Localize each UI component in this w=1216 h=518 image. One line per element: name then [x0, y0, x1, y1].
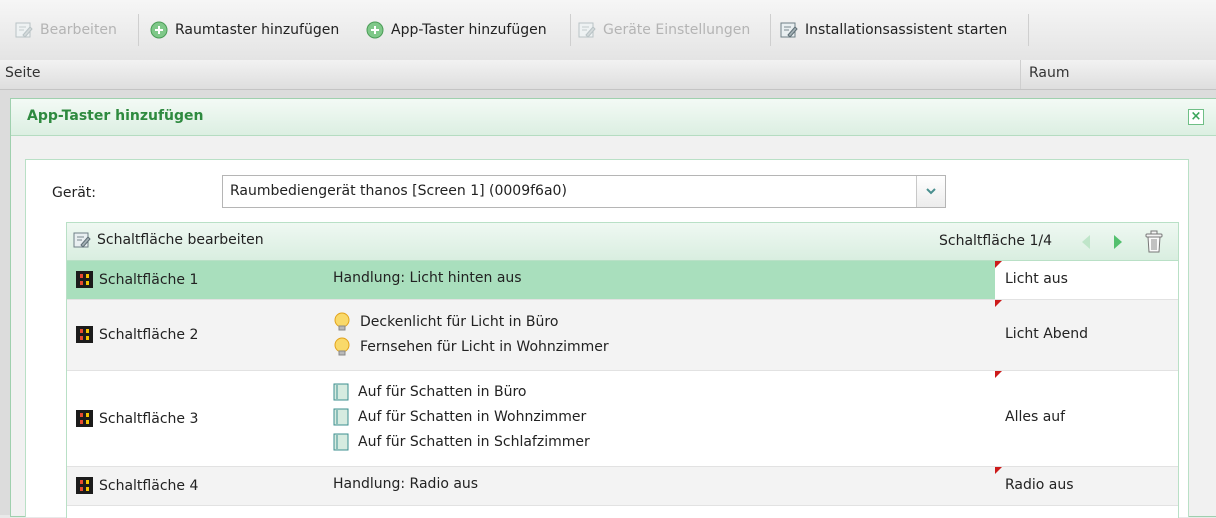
edit-flag-icon: [995, 371, 1002, 378]
label-cell[interactable]: Radio aus: [995, 467, 1178, 505]
action-text: Auf für Schatten in Büro: [358, 383, 527, 400]
plus-circle-icon: [366, 21, 384, 39]
previous-icon[interactable]: [1082, 235, 1090, 249]
dialog-title: App-Taster hinzufügen: [27, 108, 204, 124]
button-label: Radio aus: [1005, 477, 1074, 493]
add-app-button[interactable]: App-Taster hinzufügen: [366, 17, 547, 43]
dialog-header: App-Taster hinzufügen ×: [11, 99, 1216, 136]
lightbulb-icon: [334, 312, 350, 331]
button-panel-icon: [76, 271, 93, 288]
device-label: Gerät:: [52, 185, 97, 201]
edit-buttons-label: Schaltfläche bearbeiten: [97, 232, 264, 248]
chevron-down-icon[interactable]: [916, 176, 945, 207]
button-label: Licht aus: [1005, 271, 1068, 287]
start-wizard-button-label: Installationsassistent starten: [805, 22, 1008, 38]
action-cell: Handlung: Radio aus: [333, 476, 478, 492]
edit-button[interactable]: Bearbeiten: [15, 17, 117, 43]
column-page[interactable]: Seite: [5, 65, 41, 81]
button-panel-icon: [76, 477, 93, 494]
trash-icon[interactable]: [1143, 230, 1165, 254]
add-app-button-label: App-Taster hinzufügen: [391, 22, 547, 38]
table-row[interactable]: Schaltfläche 3 Auf für Schatten in Büro …: [67, 371, 1178, 467]
lightbulb-icon: [334, 337, 350, 356]
panel-header: Schaltfläche bearbeiten Schaltfläche 1/4: [67, 223, 1178, 261]
action-line: Fernsehen für Licht in Wohnzimmer: [333, 334, 609, 359]
table-row[interactable]: Schaltfläche 4 Handlung: Radio aus Radio…: [67, 467, 1178, 506]
edit-icon: [578, 22, 596, 38]
dialog-body: Gerät: Raumbediengerät thanos [Screen 1]…: [25, 159, 1189, 518]
action-cell: Handlung: Licht hinten aus: [333, 270, 522, 286]
add-app-button-dialog: App-Taster hinzufügen × Gerät: Raumbedie…: [10, 98, 1216, 518]
edit-button-label: Bearbeiten: [40, 22, 117, 38]
column-room[interactable]: Raum: [1029, 65, 1070, 81]
shade-icon: [333, 433, 349, 450]
button-panel: Schaltfläche bearbeiten Schaltfläche 1/4…: [66, 222, 1179, 518]
add-room-button-label: Raumtaster hinzufügen: [175, 22, 340, 38]
action-text: Handlung: Radio aus: [333, 476, 479, 492]
edit-flag-icon: [995, 300, 1002, 307]
button-name-cell: Schaltfläche 2: [75, 325, 198, 344]
action-text: Auf für Schatten in Schlafzimmer: [358, 433, 590, 450]
edit-button-area[interactable]: Schaltfläche bearbeiten: [73, 231, 264, 249]
action-cell: Deckenlicht für Licht in Büro Fernsehen …: [333, 309, 609, 359]
close-icon[interactable]: ×: [1188, 109, 1204, 125]
button-panel-icon: [76, 410, 93, 427]
action-line: Auf für Schatten in Büro: [333, 379, 590, 404]
column-header: Seite Raum: [0, 60, 1216, 90]
button-name-cell: Schaltfläche 3: [75, 409, 198, 428]
edit-icon: [780, 22, 798, 38]
edit-flag-icon: [995, 261, 1002, 268]
shade-icon: [333, 383, 349, 400]
shade-icon: [333, 408, 349, 425]
label-cell[interactable]: Alles auf: [995, 371, 1178, 466]
next-icon[interactable]: [1114, 235, 1122, 249]
action-cell: Auf für Schatten in Büro Auf für Schatte…: [333, 379, 590, 454]
device-settings-button-label: Geräte Einstellungen: [603, 22, 751, 38]
action-text: Auf für Schatten in Wohnzimmer: [358, 408, 587, 425]
button-panel-icon: [76, 326, 93, 343]
edit-flag-icon: [995, 467, 1002, 474]
button-name-cell: Schaltfläche 4: [75, 476, 198, 495]
button-label: Alles auf: [1005, 409, 1066, 425]
label-cell[interactable]: Licht aus: [995, 261, 1178, 299]
action-line: Auf für Schatten in Schlafzimmer: [333, 429, 590, 454]
device-select-value: Raumbediengerät thanos [Screen 1] (0009f…: [230, 183, 567, 199]
table-row[interactable]: Schaltfläche 1 Handlung: Licht hinten au…: [67, 261, 1178, 300]
add-room-button[interactable]: Raumtaster hinzufügen: [150, 17, 339, 43]
button-name: Schaltfläche 2: [99, 326, 199, 343]
button-name: Schaltfläche 3: [99, 410, 199, 427]
table-row[interactable]: Schaltfläche 2 Deckenlicht für Licht in …: [67, 300, 1178, 371]
action-line: Deckenlicht für Licht in Büro: [333, 309, 609, 334]
action-text: Fernsehen für Licht in Wohnzimmer: [360, 338, 609, 355]
button-label: Licht Abend: [1005, 326, 1089, 342]
plus-circle-icon: [150, 21, 168, 39]
action-line: Auf für Schatten in Wohnzimmer: [333, 404, 590, 429]
button-name: Schaltfläche 4: [99, 477, 199, 494]
edit-icon: [73, 232, 91, 248]
device-select[interactable]: Raumbediengerät thanos [Screen 1] (0009f…: [222, 175, 946, 208]
edit-icon: [15, 22, 33, 38]
button-name: Schaltfläche 1: [99, 271, 199, 288]
label-cell[interactable]: Licht Abend: [995, 300, 1178, 370]
action-text: Handlung: Licht hinten aus: [333, 270, 522, 286]
start-wizard-button[interactable]: Installationsassistent starten: [780, 17, 1007, 43]
page-indicator: Schaltfläche 1/4: [939, 233, 1052, 249]
device-settings-button[interactable]: Geräte Einstellungen: [578, 17, 750, 43]
button-name-cell: Schaltfläche 1: [75, 270, 198, 289]
action-text: Deckenlicht für Licht in Büro: [360, 313, 559, 330]
toolbar: Bearbeiten Raumtaster hinzufügen App-Tas…: [0, 0, 1216, 61]
